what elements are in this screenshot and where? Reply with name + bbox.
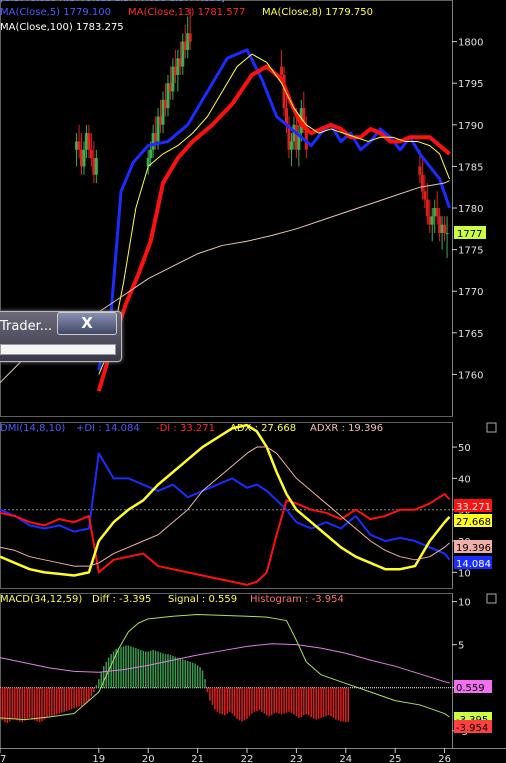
x-tick-label: 26 bbox=[438, 754, 451, 763]
legend-ma13: MA(Close,13) 1781.577 bbox=[128, 7, 245, 18]
macd-tick-label: 5 bbox=[458, 641, 464, 652]
price-tick-label: 1800 bbox=[458, 38, 483, 49]
candle-body bbox=[425, 199, 429, 217]
x-tick-label: 25 bbox=[389, 754, 402, 763]
macd-value-label: 0.559 bbox=[456, 683, 485, 694]
price-tick-label: 1765 bbox=[458, 329, 483, 340]
price-tick-label: 1790 bbox=[458, 121, 483, 132]
legend-ma5: MA(Close,5) 1779.100 bbox=[0, 7, 111, 18]
macd-legend-diff: Diff : -3.395 bbox=[92, 594, 151, 605]
macd-legend-histogram: Histogram : -3.954 bbox=[250, 594, 344, 605]
candle-body bbox=[77, 141, 81, 150]
x-tick-label: 19 bbox=[92, 754, 105, 763]
candle-body bbox=[87, 133, 91, 150]
close-icon: X bbox=[81, 314, 93, 332]
dmi-legend-adx: ADX : 27.668 bbox=[230, 423, 296, 434]
candle-body bbox=[280, 66, 284, 75]
price-tick-label: 1760 bbox=[458, 370, 483, 381]
price-series-ma-close-13- bbox=[96, 64, 451, 392]
candle-body bbox=[435, 208, 439, 217]
candle-body bbox=[443, 224, 447, 233]
x-tick-label: 24 bbox=[339, 754, 352, 763]
x-tick-label: 17 bbox=[0, 754, 6, 763]
candle-body bbox=[423, 191, 427, 200]
panel-frame bbox=[0, 422, 453, 589]
price-header-ohlc: [O:1779.030 H:1779.030 L:1777.030 C:1777… bbox=[0, 0, 225, 4]
price-tick-label: 1795 bbox=[458, 79, 483, 90]
dmi-value-label: 14.084 bbox=[456, 559, 491, 570]
x-tick-label: 23 bbox=[290, 754, 303, 763]
dmi-series-adxr bbox=[0, 446, 450, 567]
x-tick-label: 21 bbox=[191, 754, 204, 763]
dmi-value-label: 19.396 bbox=[456, 543, 491, 554]
candle-body bbox=[430, 216, 434, 225]
dmi-value-label: 27.668 bbox=[456, 517, 491, 528]
candle-body bbox=[418, 166, 422, 175]
panel-close-icon bbox=[486, 422, 497, 433]
candle-body bbox=[89, 149, 93, 159]
panel-close-icon bbox=[486, 593, 497, 604]
progress-bar bbox=[0, 344, 116, 355]
price-tick-label: 1775 bbox=[458, 246, 483, 257]
price-series-ma-close-5- bbox=[97, 48, 451, 371]
x-tick-label: 20 bbox=[142, 754, 155, 763]
dmi-legend-adxr: ADXR : 19.396 bbox=[310, 423, 383, 434]
last-price-label: 1777 bbox=[457, 229, 482, 240]
close-button[interactable]: X bbox=[57, 312, 117, 335]
price-tick-label: 1785 bbox=[458, 162, 483, 173]
candle-body bbox=[149, 149, 153, 159]
candle-body bbox=[420, 174, 424, 192]
candle-body bbox=[94, 158, 98, 175]
dmi-series-di bbox=[0, 452, 451, 561]
candle-body bbox=[188, 33, 192, 42]
macd-legend-signal: Signal : 0.559 bbox=[168, 594, 237, 605]
candle-body bbox=[82, 149, 86, 167]
price-tick-label: 1780 bbox=[458, 204, 483, 215]
dmi-tick-label: 40 bbox=[458, 474, 471, 485]
macd-value-label: -3.954 bbox=[456, 723, 488, 734]
stock-chart: 1800 1795 1790 1785 1780 1775 1770 1765 1760 1777… bbox=[0, 0, 506, 763]
macd-title: MACD(34,12,59) bbox=[0, 594, 82, 605]
dmi-legend-minusdi: -DI : 33.271 bbox=[156, 423, 215, 434]
dmi-tick-label: 50 bbox=[458, 443, 471, 454]
dialog-title: Trader... bbox=[0, 319, 53, 334]
macd-series-signal bbox=[0, 643, 450, 684]
legend-ma8: MA(Close,8) 1779.750 bbox=[262, 7, 373, 18]
trader-dialog[interactable]: Trader... X bbox=[0, 311, 122, 362]
price-series-ma-close-8- bbox=[98, 53, 450, 375]
legend-ma100: MA(Close,100) 1783.275 bbox=[0, 22, 124, 33]
price-tick-label: 1770 bbox=[458, 287, 483, 298]
macd-tick-label: 10 bbox=[458, 598, 471, 609]
dmi-legend-plusdi: +DI : 14.084 bbox=[76, 423, 140, 434]
candle-body bbox=[289, 141, 293, 150]
dmi-series-adx bbox=[0, 423, 451, 577]
x-tick-label: 22 bbox=[241, 754, 254, 763]
dmi-value-label: 33.271 bbox=[456, 502, 491, 513]
candle-body bbox=[445, 232, 449, 234]
dmi-title: DMI(14,8,10) bbox=[0, 423, 65, 434]
